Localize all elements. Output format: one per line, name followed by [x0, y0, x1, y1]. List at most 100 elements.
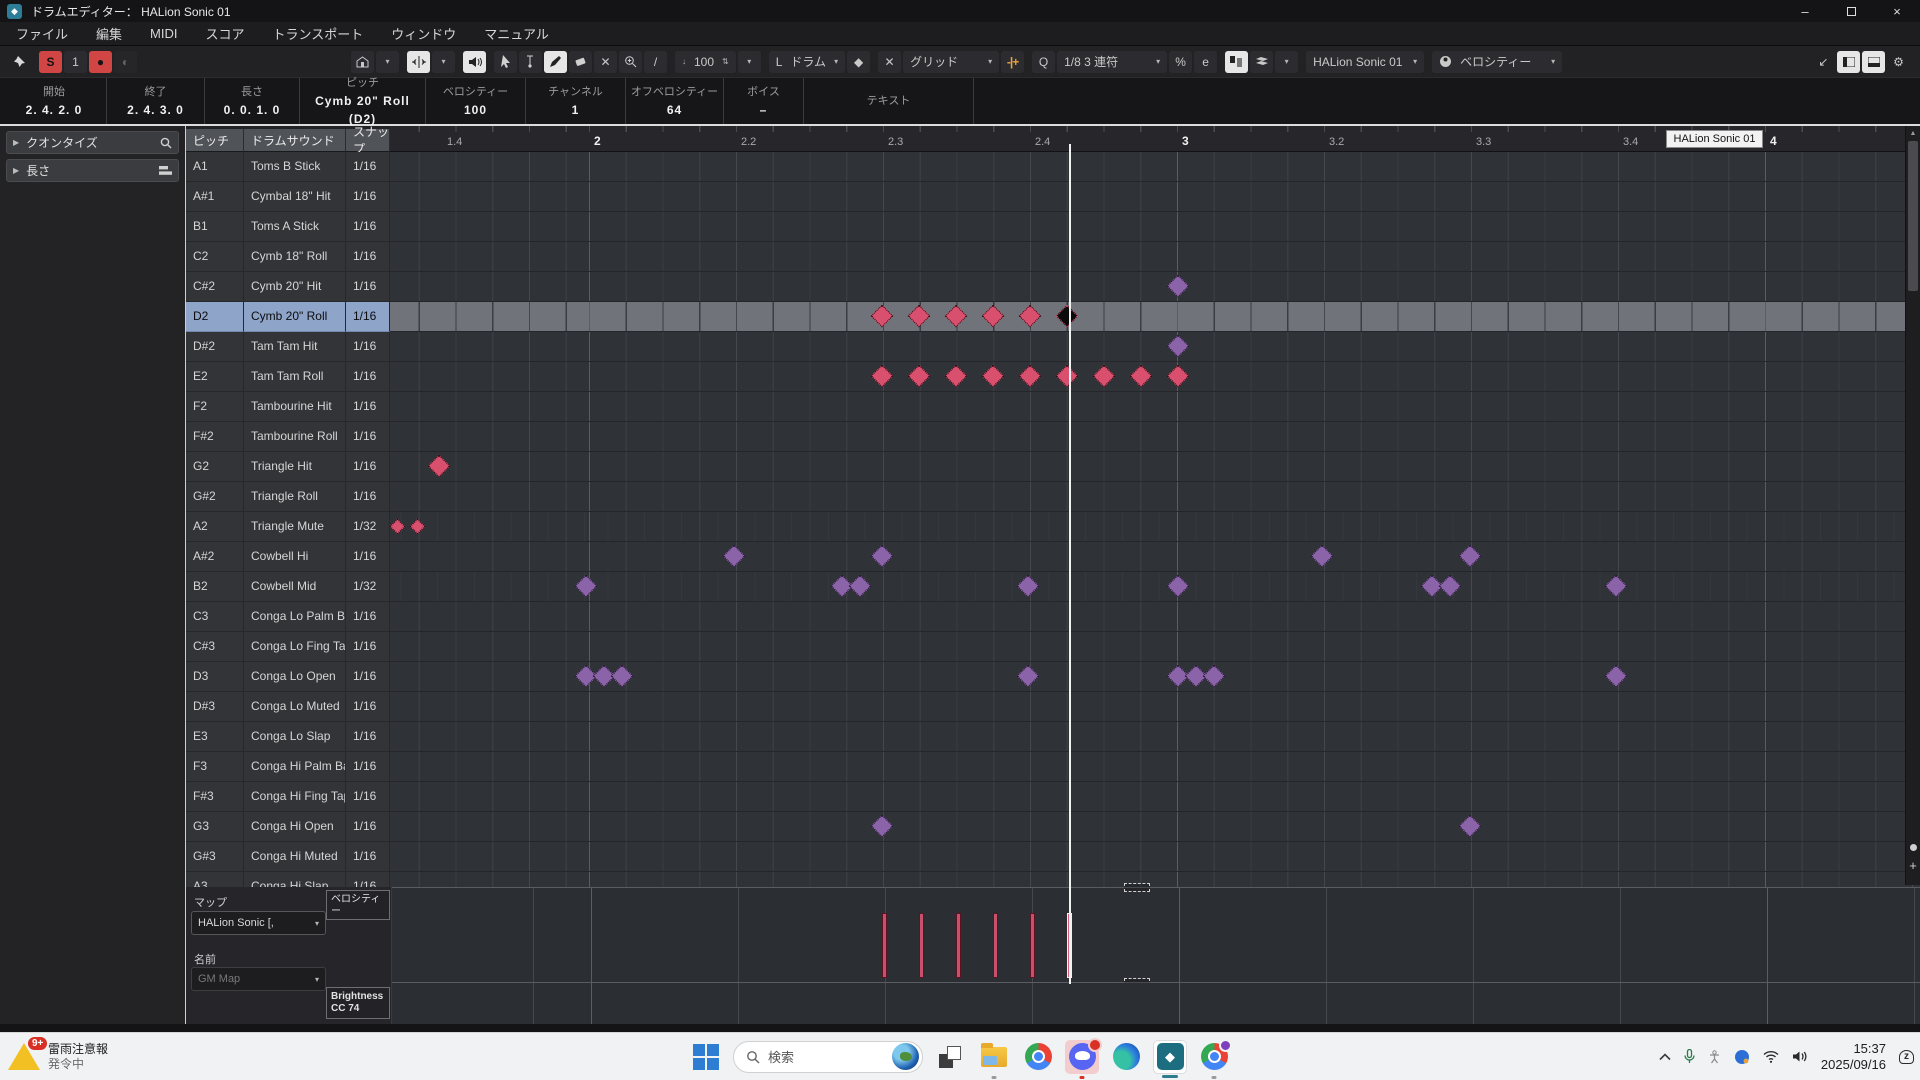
menu-item-ウィンドウ[interactable]: ウィンドウ: [391, 24, 456, 43]
note-lane-C#3[interactable]: [390, 632, 1920, 662]
snap-cell[interactable]: 1/16: [346, 242, 390, 272]
pitch-cell[interactable]: B2: [186, 572, 244, 602]
acoustic-feedback-button[interactable]: ◐: [114, 51, 137, 73]
autoscroll-chevron[interactable]: ▾: [432, 51, 455, 73]
info-field-value[interactable]: 100: [426, 101, 525, 119]
drum-note[interactable]: [1017, 665, 1040, 688]
drumsound-cell[interactable]: Conga Hi Open: [244, 812, 346, 842]
velocity-bar[interactable]: [993, 913, 998, 978]
ruler[interactable]: HALion Sonic 01 1.422.22.32.433.23.33.44: [390, 126, 1920, 152]
zoom-dot-handle[interactable]: [1910, 844, 1917, 851]
pitch-cell[interactable]: D2: [186, 302, 244, 332]
drum-note[interactable]: [1605, 665, 1628, 688]
column-header-pitch[interactable]: ピッチ: [186, 129, 244, 152]
info-field-value[interactable]: 2. 4. 2. 0: [2, 101, 106, 119]
pitch-cell[interactable]: A2: [186, 512, 244, 542]
snap-cell[interactable]: 1/16: [346, 812, 390, 842]
cc-lane-label[interactable]: Brightness CC 74: [326, 987, 390, 1019]
note-lane-D3[interactable]: [390, 662, 1920, 692]
drum-note[interactable]: [1459, 815, 1482, 838]
drum-note[interactable]: [390, 519, 406, 535]
drum-note[interactable]: [575, 575, 598, 598]
drum-note[interactable]: [1167, 575, 1190, 598]
pitch-cell[interactable]: E2: [186, 362, 244, 392]
drumsound-cell[interactable]: Conga Hi Muted: [244, 842, 346, 872]
drum-note[interactable]: [1167, 365, 1190, 388]
snap-cell[interactable]: 1/16: [346, 182, 390, 212]
snap-cell[interactable]: 1/16: [346, 752, 390, 782]
drumsound-cell[interactable]: Conga Hi Slap: [244, 872, 346, 887]
quantize-panel-button[interactable]: e: [1194, 51, 1217, 73]
drum-note[interactable]: [1019, 305, 1042, 328]
drumsound-cell[interactable]: Conga Lo Fing Tap: [244, 632, 346, 662]
snap-cell[interactable]: 1/16: [346, 362, 390, 392]
note-expression-button[interactable]: ◆: [847, 51, 870, 73]
note-lane-A3[interactable]: [390, 872, 1920, 887]
pitch-cell[interactable]: G#3: [186, 842, 244, 872]
snap-cell[interactable]: 1/16: [346, 422, 390, 452]
drum-note[interactable]: [871, 365, 894, 388]
info-field-value[interactable]: –: [724, 101, 803, 119]
drumsound-cell[interactable]: Conga Lo Slap: [244, 722, 346, 752]
scrollbar-thumb[interactable]: [1908, 141, 1918, 291]
drum-note[interactable]: [982, 365, 1005, 388]
pitch-cell[interactable]: F#2: [186, 422, 244, 452]
pitch-cell[interactable]: A1: [186, 152, 244, 182]
drumsound-cell[interactable]: Cowbell Hi: [244, 542, 346, 572]
open-in-lower-zone-button[interactable]: ↙: [1812, 51, 1835, 73]
eraser-tool[interactable]: [569, 51, 592, 73]
select-tool[interactable]: [494, 51, 517, 73]
note-lane-D2[interactable]: [390, 302, 1920, 332]
search-highlight-globe[interactable]: [892, 1043, 919, 1070]
chrome-button[interactable]: [1021, 1040, 1055, 1074]
pitch-cell[interactable]: D3: [186, 662, 244, 692]
controller-select[interactable]: ベロシティー ▾: [1432, 51, 1562, 73]
note-lane-A1[interactable]: [390, 152, 1920, 182]
note-lane-E3[interactable]: [390, 722, 1920, 752]
snap-cell[interactable]: 1/16: [346, 392, 390, 422]
note-lane-C2[interactable]: [390, 242, 1920, 272]
drum-note[interactable]: [1017, 575, 1040, 598]
pitch-cell[interactable]: E3: [186, 722, 244, 752]
drumsound-cell[interactable]: Conga Hi Palm Bass: [244, 752, 346, 782]
pin-button[interactable]: [8, 51, 31, 73]
drumsound-cell[interactable]: Tambourine Roll: [244, 422, 346, 452]
lane-divider-handle[interactable]: [1124, 883, 1150, 892]
drum-note[interactable]: [428, 455, 451, 478]
setup-gear-button[interactable]: ⚙: [1887, 51, 1910, 73]
snap-type-icon[interactable]: -|+: [1001, 51, 1024, 73]
snap-cell[interactable]: 1/16: [346, 632, 390, 662]
drum-note[interactable]: [1019, 365, 1042, 388]
velocity-lane[interactable]: [392, 887, 1920, 983]
drumsound-cell[interactable]: Triangle Mute: [244, 512, 346, 542]
pitch-cell[interactable]: D#3: [186, 692, 244, 722]
info-field-value[interactable]: Cymb 20" Roll (D2): [300, 92, 425, 128]
drumsound-cell[interactable]: Cymb 20" Hit: [244, 272, 346, 302]
note-lane-E2[interactable]: [390, 362, 1920, 392]
note-lane-C3[interactable]: [390, 602, 1920, 632]
snap-cell[interactable]: 1/16: [346, 482, 390, 512]
grid-type-select[interactable]: グリッド ▾: [903, 51, 999, 73]
pitch-cell[interactable]: C3: [186, 602, 244, 632]
mute-tool[interactable]: ✕: [594, 51, 617, 73]
snap-toggle-button[interactable]: ✕: [878, 51, 901, 73]
event-colors-button[interactable]: [1225, 51, 1248, 73]
colors-chevron[interactable]: ▾: [1275, 51, 1298, 73]
note-lane-F3[interactable]: [390, 752, 1920, 782]
zoom-tool[interactable]: [619, 51, 642, 73]
insert-velocity-chevron[interactable]: ▾: [738, 51, 761, 73]
pitch-cell[interactable]: G2: [186, 452, 244, 482]
layout-bottom-button[interactable]: [1862, 51, 1885, 73]
info-field-value[interactable]: 1: [526, 101, 625, 119]
snap-cell[interactable]: 1/16: [346, 452, 390, 482]
spinner-icon[interactable]: ⇅: [722, 57, 729, 66]
drumstick-tool[interactable]: [519, 51, 542, 73]
drum-note[interactable]: [1203, 665, 1226, 688]
menu-item-編集[interactable]: 編集: [96, 24, 122, 43]
close-button[interactable]: ×: [1874, 0, 1920, 22]
drum-note[interactable]: [908, 305, 931, 328]
snap-cell[interactable]: 1/32: [346, 512, 390, 542]
edited-part-button[interactable]: 1: [64, 51, 87, 73]
layout-left-button[interactable]: [1837, 51, 1860, 73]
drum-note[interactable]: [1439, 575, 1462, 598]
